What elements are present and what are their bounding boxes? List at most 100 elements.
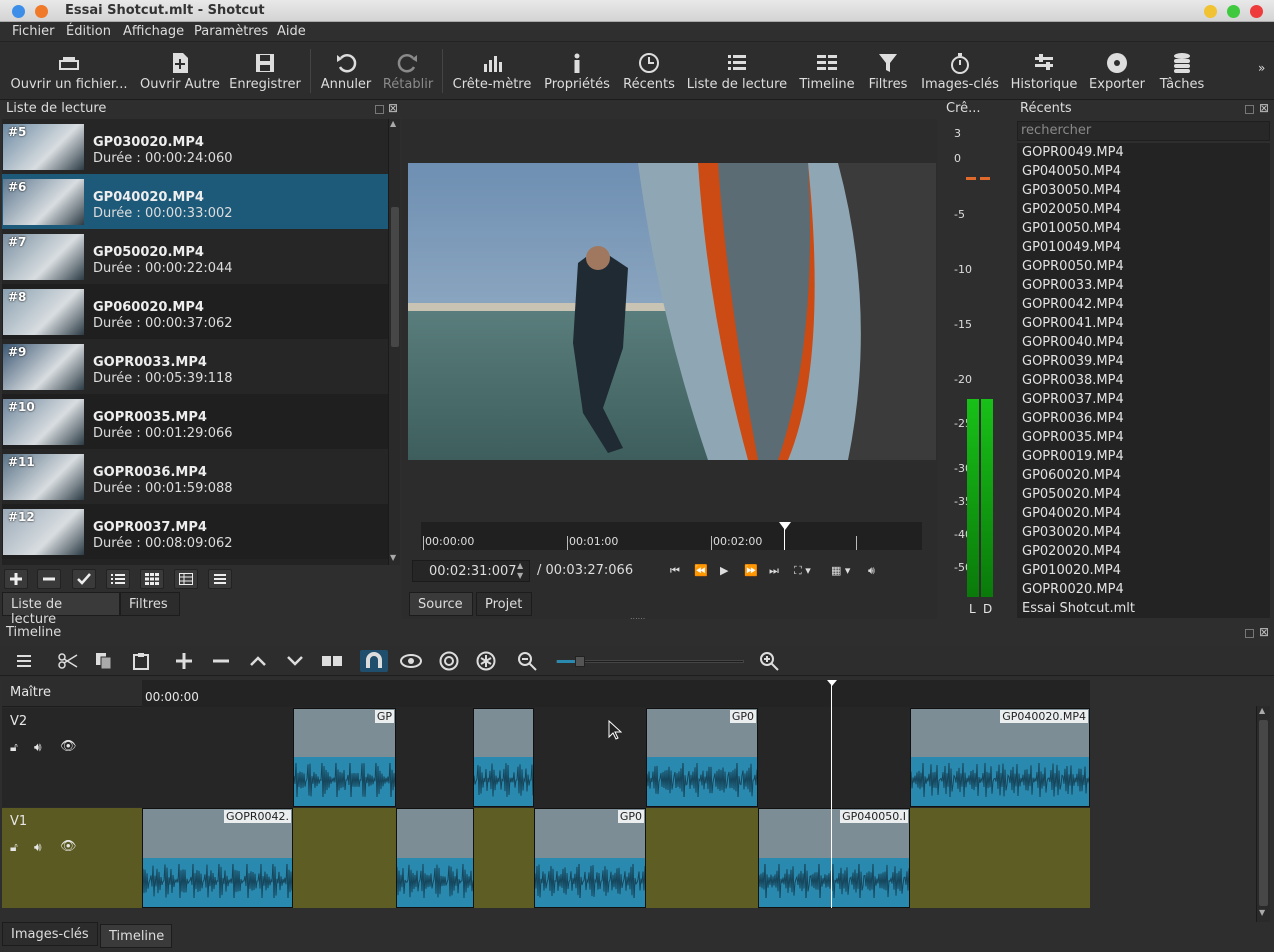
cut-button[interactable] xyxy=(54,650,82,672)
split-button[interactable] xyxy=(318,650,346,672)
recent-search-input[interactable]: rechercher xyxy=(1017,121,1270,141)
tab-keyframes[interactable]: Images-clés xyxy=(2,922,98,946)
recent-item[interactable]: GP020020.MP4 xyxy=(1022,544,1121,559)
recent-list[interactable]: GOPR0049.MP4 GP040050.MP4 GP030050.MP4 GP02… xyxy=(1017,143,1270,618)
recent-item[interactable]: GOPR0041.MP4 xyxy=(1022,316,1124,331)
playlist-scrollbar[interactable]: ▲ ▼ xyxy=(388,119,400,565)
snap-toggle-button[interactable] xyxy=(360,650,388,672)
scrub-toggle-button[interactable] xyxy=(397,650,425,672)
minimize-button[interactable] xyxy=(1204,5,1217,18)
volume-icon[interactable]: 🔊︎ xyxy=(868,564,875,578)
open-other-button[interactable]: Ouvrir Autre xyxy=(134,43,226,100)
window-menu-icon[interactable] xyxy=(12,5,25,18)
playlist-item[interactable]: #7 GP050020.MP4 Durée : 00:00:22:044 xyxy=(2,229,388,284)
timeline-scrollbar-thumb[interactable] xyxy=(1259,720,1268,906)
float-panel-icon[interactable] xyxy=(1245,105,1254,114)
playlist-item[interactable]: #6 GP040020.MP4 Durée : 00:00:33:002 xyxy=(2,174,388,229)
recent-item[interactable]: GOPR0037.MP4 xyxy=(1022,392,1124,407)
timeline-clip[interactable]: GP0 xyxy=(646,708,758,807)
timeline-menu-button[interactable] xyxy=(10,650,38,672)
recent-item[interactable]: GOPR0040.MP4 xyxy=(1022,335,1124,350)
timeline-button[interactable]: Timeline xyxy=(796,43,858,100)
jobs-button[interactable]: Tâches xyxy=(1154,43,1210,100)
lock-icon[interactable]: 🔓︎ xyxy=(10,740,18,755)
recent-item[interactable]: GOPR0033.MP4 xyxy=(1022,278,1124,293)
playlist-item[interactable]: #9 GOPR0033.MP4 Durée : 00:05:39:118 xyxy=(2,339,388,394)
skip-previous-button[interactable]: ⏮ xyxy=(670,564,680,578)
playlist-view-tiles-button[interactable] xyxy=(140,569,164,589)
playlist-scrollbar-thumb[interactable] xyxy=(391,207,399,347)
track-header-v2[interactable]: V2 🔓︎ 🔊︎ 👁︎ xyxy=(2,708,142,807)
playlist-update-button[interactable] xyxy=(72,569,96,589)
timeline-clip[interactable] xyxy=(473,708,534,807)
position-value[interactable]: 00:02:31:007 xyxy=(429,564,517,579)
recent-item[interactable]: GOPR0039.MP4 xyxy=(1022,354,1124,369)
spin-up-icon[interactable]: ▲ xyxy=(517,561,523,570)
timeline-tracks[interactable]: 00:00:00 GP GP0 GP040020.MP4 GOPR0042. G… xyxy=(142,680,1090,908)
undo-button[interactable]: Annuler xyxy=(318,43,374,100)
timeline-clip[interactable]: GP040050.I xyxy=(758,808,910,908)
open-file-button[interactable]: Ouvrir un fichier... xyxy=(8,43,130,100)
append-button[interactable] xyxy=(170,650,198,672)
timeline-clip[interactable]: GOPR0042. xyxy=(142,808,293,908)
menu-edition[interactable]: Édition xyxy=(66,24,111,39)
zoom-fit-icon[interactable]: ⛶ ▾ xyxy=(794,564,811,578)
save-button[interactable]: Enregistrer xyxy=(228,43,302,100)
recent-item[interactable]: GP030020.MP4 xyxy=(1022,525,1121,540)
window-pin-icon[interactable] xyxy=(35,5,48,18)
playlist-item[interactable]: #11 GOPR0036.MP4 Durée : 00:01:59:088 xyxy=(2,449,388,504)
recent-item[interactable]: GOPR0049.MP4 xyxy=(1022,145,1124,160)
recent-item[interactable]: GOPR0036.MP4 xyxy=(1022,411,1124,426)
zoom-slider-handle[interactable] xyxy=(575,656,585,667)
eye-icon[interactable]: 👁︎ xyxy=(60,739,77,754)
recent-item[interactable]: GOPR0019.MP4 xyxy=(1022,449,1124,464)
recent-item[interactable]: GP060020.MP4 xyxy=(1022,468,1121,483)
recent-item[interactable]: Essai Shotcut.mlt xyxy=(1022,601,1135,616)
position-timecode[interactable]: 00:02:31:007 ▲ ▼ xyxy=(412,560,530,582)
float-panel-icon[interactable] xyxy=(375,105,384,114)
lock-icon[interactable]: 🔓︎ xyxy=(10,840,18,855)
recent-item[interactable]: GOPR0042.MP4 xyxy=(1022,297,1124,312)
play-button[interactable]: ▶ xyxy=(720,564,728,577)
playlist-item[interactable]: #8 GP060020.MP4 Durée : 00:00:37:062 xyxy=(2,284,388,339)
playlist-item[interactable]: #10 GOPR0035.MP4 Durée : 00:01:29:066 xyxy=(2,394,388,449)
player-ruler[interactable]: 00:00:00 00:01:00 00:02:00 xyxy=(421,522,922,550)
eye-icon[interactable]: 👁︎ xyxy=(60,839,77,854)
close-panel-icon[interactable]: ⊠ xyxy=(1259,101,1269,115)
recent-item[interactable]: GP030050.MP4 xyxy=(1022,183,1121,198)
timeline-playhead[interactable] xyxy=(831,680,832,908)
menu-aide[interactable]: Aide xyxy=(277,24,306,39)
menu-parametres[interactable]: Paramètres xyxy=(194,24,268,39)
playlist-view-details-button[interactable] xyxy=(106,569,130,589)
history-button[interactable]: Historique xyxy=(1008,43,1080,100)
recent-item[interactable]: GP010049.MP4 xyxy=(1022,240,1121,255)
menu-fichier[interactable]: Fichier xyxy=(12,24,55,39)
recent-button[interactable]: Récents xyxy=(620,43,678,100)
recent-item[interactable]: GOPR0050.MP4 xyxy=(1022,259,1124,274)
timeline-clip[interactable]: GP xyxy=(293,708,396,807)
paste-button[interactable] xyxy=(127,650,155,672)
playlist-button[interactable]: Liste de lecture xyxy=(686,43,788,100)
playlist-list[interactable]: #5 GP030020.MP4 Durée : 00:00:24:060 #6 GP04… xyxy=(2,119,388,565)
maximize-button[interactable] xyxy=(1227,5,1240,18)
properties-button[interactable]: Propriétés xyxy=(542,43,612,100)
zoom-slider[interactable] xyxy=(556,656,744,667)
menu-affichage[interactable]: Affichage xyxy=(123,24,184,39)
playlist-item[interactable]: #12 GOPR0037.MP4 Durée : 00:08:09:062 xyxy=(2,504,388,559)
rewind-button[interactable]: ⏪ xyxy=(694,564,708,577)
toolbar-overflow-icon[interactable]: » xyxy=(1258,61,1265,75)
tab-playlist[interactable]: Liste de lecture xyxy=(2,592,120,627)
playlist-remove-button[interactable] xyxy=(37,569,61,589)
splitter-handle-icon[interactable]: ...... xyxy=(630,612,645,621)
playhead-marker-icon[interactable] xyxy=(827,680,837,686)
copy-button[interactable] xyxy=(90,650,118,672)
timeline-clip[interactable]: GP0 xyxy=(534,808,646,908)
tab-timeline[interactable]: Timeline xyxy=(100,924,172,948)
lift-button[interactable] xyxy=(244,650,272,672)
mute-icon[interactable]: 🔊︎ xyxy=(34,840,42,855)
playlist-view-icons-button[interactable] xyxy=(174,569,198,589)
ripple-toggle-button[interactable] xyxy=(435,650,463,672)
recent-item[interactable]: GOPR0038.MP4 xyxy=(1022,373,1124,388)
mute-icon[interactable]: 🔊︎ xyxy=(34,740,42,755)
ripple-delete-button[interactable] xyxy=(207,650,235,672)
